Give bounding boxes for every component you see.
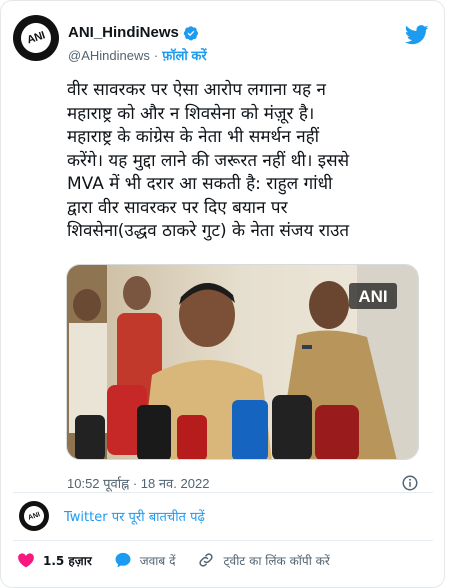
copy-link-action[interactable]: ट्वीट का लिंक कॉपी करें [197,551,330,569]
handle-row: @AHindinews · फ़ॉलो करें [68,46,207,64]
author-display-name[interactable]: ANI_HindiNews [68,24,179,41]
separator-dot: · [153,47,159,63]
tweet-text: वीर सावरकर पर ऐसा आरोप लगाना यह न महाराष… [67,80,350,241]
avatar-logo-text: ANI [25,29,47,47]
media-photo-illustration: ANI [67,265,418,459]
reply-icon [115,552,131,568]
tweet-header: ANI ANI_HindiNews @AHindinews · फ़ॉलो कर… [13,15,433,63]
read-conversation-row[interactable]: ANI Twitter पर पूरी बातचीत पढ़ें [19,501,205,531]
heart-icon [18,553,34,568]
tweet-card: ANI ANI_HindiNews @AHindinews · फ़ॉलो कर… [0,0,445,588]
like-action[interactable]: 1.5 हज़ार [17,551,92,569]
twitter-bird-icon[interactable] [405,25,429,45]
like-count: 1.5 हज़ार [43,553,92,568]
follow-button[interactable]: फ़ॉलो करें [162,46,206,64]
link-icon [199,553,214,567]
tweet-actions: 1.5 हज़ार जवाब दें ट्वीट का लिंक कॉपी कर… [17,551,352,569]
tweet-timestamp[interactable]: 10:52 पूर्वाह्न · 18 नव. 2022 [67,474,209,492]
read-conversation-link[interactable]: Twitter पर पूरी बातचीत पढ़ें [64,507,205,525]
verified-badge-icon [183,25,198,40]
reply-label: जवाब दें [139,553,176,568]
reply-action[interactable]: जवाब दें [114,551,176,569]
small-avatar-logo-text: ANI [27,510,41,522]
info-icon[interactable] [401,474,419,492]
divider-bottom [13,540,433,541]
tweet-media-photo[interactable]: ANI [66,264,419,460]
timestamp-row: 10:52 पूर्वाह्न · 18 नव. 2022 [67,474,419,492]
copy-link-label: ट्वीट का लिंक कॉपी करें [223,553,330,568]
author-handle[interactable]: @AHindinews [68,48,150,63]
divider-top [13,492,433,493]
name-row: ANI_HindiNews [68,24,199,41]
small-author-avatar: ANI [19,501,49,531]
media-watermark: ANI [358,287,387,306]
author-avatar[interactable]: ANI [13,15,59,61]
